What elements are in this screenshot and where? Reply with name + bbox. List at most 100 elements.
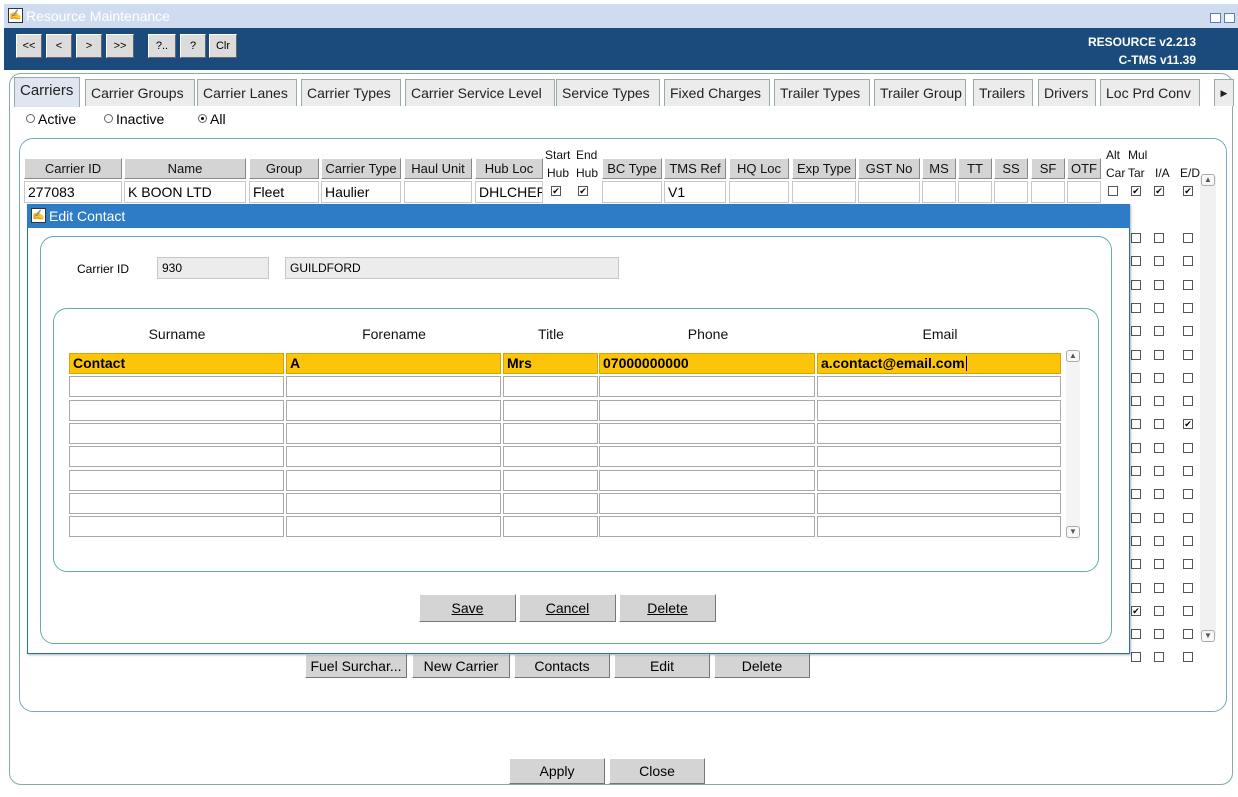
- cell-carrier-id[interactable]: 277083: [24, 181, 122, 203]
- grid-scrollbar[interactable]: ▲ ▼: [1200, 174, 1216, 642]
- minimize-icon[interactable]: [1210, 13, 1221, 23]
- ia-checkbox[interactable]: [1154, 280, 1164, 290]
- cell-name[interactable]: K BOON LTD: [124, 181, 246, 203]
- mul-tar-checkbox[interactable]: [1131, 559, 1141, 569]
- ed-checkbox[interactable]: [1183, 373, 1193, 383]
- header-carrier-type[interactable]: Carrier Type: [321, 158, 401, 179]
- maximize-icon[interactable]: [1224, 13, 1235, 23]
- cell-sf[interactable]: [1031, 181, 1065, 203]
- edit-button[interactable]: Edit: [614, 654, 710, 678]
- header-ms[interactable]: MS: [922, 158, 956, 179]
- ed-checkbox[interactable]: [1183, 583, 1193, 593]
- delete-contact-button[interactable]: Delete: [619, 594, 716, 622]
- ed-checkbox[interactable]: [1183, 280, 1193, 290]
- scroll-up-icon[interactable]: ▲: [1066, 350, 1080, 362]
- ia-checkbox[interactable]: [1154, 489, 1164, 499]
- ed-checkbox[interactable]: [1183, 466, 1193, 476]
- forename-field[interactable]: A: [286, 353, 501, 374]
- mul-tar-checkbox[interactable]: [1131, 373, 1141, 383]
- previous-record-button[interactable]: <: [46, 34, 72, 58]
- phone-field[interactable]: [599, 446, 815, 467]
- apply-button[interactable]: Apply: [509, 758, 605, 784]
- title-field[interactable]: Mrs: [503, 353, 598, 374]
- tab-service-types[interactable]: Service Types: [556, 79, 660, 106]
- cell-hub-loc[interactable]: DHLCHER: [475, 181, 543, 203]
- filter-all-radio[interactable]: All: [198, 111, 226, 127]
- title-field[interactable]: [503, 493, 598, 514]
- tab-drivers[interactable]: Drivers: [1038, 79, 1096, 106]
- ed-checkbox[interactable]: [1183, 419, 1193, 429]
- surname-field[interactable]: [69, 516, 284, 537]
- forename-field[interactable]: [286, 400, 501, 421]
- ia-checkbox[interactable]: [1154, 629, 1164, 639]
- ia-checkbox[interactable]: [1154, 583, 1164, 593]
- title-field[interactable]: [503, 470, 598, 491]
- mul-tar-checkbox[interactable]: [1131, 583, 1141, 593]
- end-hub-checkbox[interactable]: [578, 186, 588, 196]
- cell-tt[interactable]: [958, 181, 992, 203]
- surname-field[interactable]: [69, 423, 284, 444]
- ed-checkbox[interactable]: [1183, 186, 1193, 196]
- ia-checkbox[interactable]: [1154, 396, 1164, 406]
- ia-checkbox[interactable]: [1154, 652, 1164, 662]
- ed-checkbox[interactable]: [1183, 606, 1193, 616]
- header-hub-loc[interactable]: Hub Loc: [475, 158, 543, 179]
- surname-field[interactable]: [69, 376, 284, 397]
- phone-field[interactable]: [599, 423, 815, 444]
- forename-field[interactable]: [286, 470, 501, 491]
- ia-checkbox[interactable]: [1154, 350, 1164, 360]
- mul-tar-checkbox[interactable]: [1131, 489, 1141, 499]
- ia-checkbox[interactable]: [1154, 186, 1164, 196]
- ed-checkbox[interactable]: [1183, 489, 1193, 499]
- email-field[interactable]: [817, 493, 1061, 514]
- close-button[interactable]: Close: [609, 758, 705, 784]
- ed-checkbox[interactable]: [1183, 559, 1193, 569]
- header-bc-type[interactable]: BC Type: [602, 158, 662, 179]
- mul-tar-checkbox[interactable]: [1131, 536, 1141, 546]
- cell-bc-type[interactable]: [602, 181, 662, 203]
- email-field[interactable]: [817, 516, 1061, 537]
- header-group[interactable]: Group: [249, 158, 319, 179]
- mul-tar-checkbox[interactable]: [1131, 466, 1141, 476]
- tab-carriers[interactable]: Carriers: [14, 77, 80, 107]
- ia-checkbox[interactable]: [1154, 419, 1164, 429]
- mul-tar-checkbox[interactable]: [1131, 350, 1141, 360]
- mul-tar-checkbox[interactable]: [1131, 606, 1141, 616]
- ed-checkbox[interactable]: [1183, 303, 1193, 313]
- last-record-button[interactable]: >>: [106, 34, 134, 58]
- tab-loc-prd-conv[interactable]: Loc Prd Conv: [1100, 79, 1200, 106]
- mul-tar-checkbox[interactable]: [1131, 443, 1141, 453]
- cancel-button[interactable]: Cancel: [519, 594, 616, 622]
- mul-tar-checkbox[interactable]: [1131, 513, 1141, 523]
- ed-checkbox[interactable]: [1183, 350, 1193, 360]
- header-haul-unit[interactable]: Haul Unit: [404, 158, 472, 179]
- ia-checkbox[interactable]: [1154, 606, 1164, 616]
- start-hub-checkbox[interactable]: [551, 186, 561, 196]
- tab-scroll-right-icon[interactable]: ▶: [1214, 79, 1234, 106]
- ed-checkbox[interactable]: [1183, 233, 1193, 243]
- cell-ms[interactable]: [922, 181, 956, 203]
- contacts-scrollbar[interactable]: ▲ ▼: [1066, 350, 1080, 540]
- ed-checkbox[interactable]: [1183, 396, 1193, 406]
- mul-tar-checkbox[interactable]: [1131, 326, 1141, 336]
- query-button[interactable]: ?..: [148, 34, 176, 58]
- header-hq-loc[interactable]: HQ Loc: [729, 158, 789, 179]
- phone-field[interactable]: [599, 376, 815, 397]
- tab-trailer-group[interactable]: Trailer Group: [874, 79, 966, 106]
- ed-checkbox[interactable]: [1183, 256, 1193, 266]
- scroll-up-icon[interactable]: ▲: [1201, 174, 1215, 186]
- tab-carrier-lanes[interactable]: Carrier Lanes: [197, 79, 297, 106]
- phone-field[interactable]: 07000000000: [599, 353, 815, 374]
- next-record-button[interactable]: >: [76, 34, 102, 58]
- alt-car-checkbox[interactable]: [1108, 186, 1118, 196]
- mul-tar-checkbox[interactable]: [1131, 652, 1141, 662]
- phone-field[interactable]: [599, 516, 815, 537]
- email-field[interactable]: [817, 423, 1061, 444]
- ed-checkbox[interactable]: [1183, 629, 1193, 639]
- email-field[interactable]: a.contact@email.com: [817, 353, 1061, 374]
- tab-carrier-service-level[interactable]: Carrier Service Level: [405, 79, 555, 106]
- mul-tar-checkbox[interactable]: [1131, 233, 1141, 243]
- cell-ss[interactable]: [994, 181, 1028, 203]
- cell-exp-type[interactable]: [792, 181, 856, 203]
- ia-checkbox[interactable]: [1154, 373, 1164, 383]
